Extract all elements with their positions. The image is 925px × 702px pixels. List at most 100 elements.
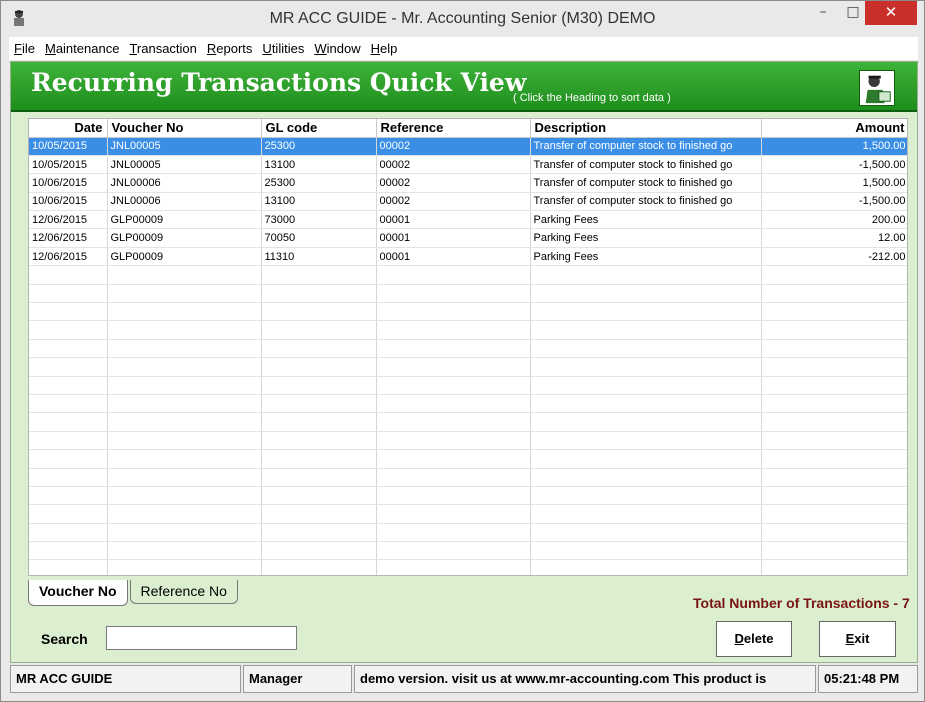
empty-cell — [761, 449, 907, 469]
empty-cell — [376, 449, 531, 469]
menu-help-accel: H — [370, 41, 380, 56]
empty-row — [29, 284, 907, 304]
menu-transaction-accel: T — [129, 41, 137, 56]
empty-cell — [761, 468, 907, 487]
empty-row — [29, 265, 907, 285]
menu-file-label: ile — [21, 41, 35, 56]
empty-cell — [761, 412, 907, 432]
title-bar[interactable]: MR ACC GUIDE - Mr. Accounting Senior (M3… — [1, 1, 924, 37]
empty-cell — [376, 376, 531, 395]
menu-reports[interactable]: Reports — [202, 41, 258, 56]
empty-row — [29, 376, 907, 395]
menu-maintenance-accel: M — [44, 41, 56, 56]
empty-cell — [29, 541, 108, 561]
menu-utilities-label: tilities — [271, 41, 305, 56]
empty-row — [29, 541, 907, 561]
transactions-grid[interactable]: Date Voucher No GL code Reference Descri… — [28, 118, 908, 576]
cell-description: Parking Fees — [530, 247, 762, 267]
menu-maintenance[interactable]: Maintenance — [40, 41, 124, 56]
column-header-reference[interactable]: Reference — [376, 119, 531, 138]
status-user: Manager — [243, 665, 352, 693]
cell-date: 10/05/2015 — [29, 137, 108, 156]
sort-tabs: Voucher No Reference No — [28, 580, 240, 606]
close-button[interactable]: ✕ — [865, 1, 917, 25]
empty-cell — [530, 541, 762, 561]
empty-cell — [29, 504, 108, 524]
empty-cell — [107, 339, 262, 359]
tab-reference-no[interactable]: Reference No — [129, 580, 238, 604]
cell-voucher-no: GLP00009 — [107, 228, 262, 248]
table-row[interactable]: 10/05/2015 JNL00005 13100 00002 Transfer of … — [29, 155, 907, 175]
menu-window-label: indow — [326, 41, 361, 56]
delete-button[interactable]: Delete — [716, 621, 792, 657]
cell-voucher-no: JNL00006 — [107, 173, 262, 193]
menu-help[interactable]: Help — [366, 41, 403, 56]
quick-view-panel: Recurring Transactions Quick View ( Clic… — [10, 61, 918, 663]
cell-reference: 00002 — [376, 155, 531, 175]
cell-amount: 1,500.00 — [761, 173, 907, 193]
exit-button[interactable]: Exit — [819, 621, 896, 657]
empty-cell — [761, 320, 907, 340]
minimize-button[interactable]: – — [808, 1, 838, 25]
maximize-button[interactable]: □ — [838, 1, 868, 25]
empty-cell — [29, 320, 108, 340]
menu-transaction[interactable]: Transaction — [124, 41, 201, 56]
table-row[interactable]: 10/05/2015 JNL00005 25300 00002 Transfer of … — [29, 137, 907, 156]
menu-utilities[interactable]: Utilities — [257, 41, 309, 56]
column-header-gl-code[interactable]: GL code — [261, 119, 377, 138]
cell-amount: 200.00 — [761, 210, 907, 230]
empty-cell — [530, 449, 762, 469]
cell-amount: 1,500.00 — [761, 137, 907, 156]
sort-hint: ( Click the Heading to sort data ) — [513, 92, 671, 104]
cell-description: Transfer of computer stock to finished g… — [530, 192, 762, 212]
empty-cell — [376, 541, 531, 561]
table-row[interactable]: 12/06/2015 GLP00009 11310 00001 Parking Fees… — [29, 247, 907, 267]
empty-cell — [530, 504, 762, 524]
empty-cell — [29, 302, 108, 322]
column-header-description[interactable]: Description — [530, 119, 762, 138]
empty-cell — [29, 412, 108, 432]
column-header-voucher-no[interactable]: Voucher No — [107, 119, 262, 138]
delete-accel: D — [734, 631, 744, 646]
menu-file[interactable]: File — [9, 41, 40, 56]
empty-cell — [261, 376, 377, 395]
empty-cell — [261, 302, 377, 322]
search-input[interactable] — [106, 626, 297, 650]
empty-cell — [29, 284, 108, 304]
menu-window[interactable]: Window — [309, 41, 365, 56]
empty-cell — [107, 523, 262, 543]
empty-cell — [530, 320, 762, 340]
cell-voucher-no: JNL00006 — [107, 192, 262, 212]
empty-cell — [29, 559, 108, 575]
empty-cell — [376, 284, 531, 304]
cell-amount: -1,500.00 — [761, 155, 907, 175]
table-body: 10/05/2015 JNL00005 25300 00002 Transfer of … — [29, 137, 907, 575]
empty-cell — [530, 394, 762, 414]
empty-cell — [29, 523, 108, 543]
table-row[interactable]: 10/06/2015 JNL00006 13100 00002 Transfer of … — [29, 192, 907, 212]
empty-cell — [29, 265, 108, 285]
menu-transaction-label: ransaction — [136, 41, 197, 56]
empty-cell — [261, 265, 377, 285]
cell-reference: 00001 — [376, 247, 531, 267]
page-title: Recurring Transactions Quick View — [31, 68, 527, 97]
empty-row — [29, 504, 907, 524]
empty-cell — [261, 541, 377, 561]
empty-cell — [376, 265, 531, 285]
table-row[interactable]: 12/06/2015 GLP00009 70050 00001 Parking Fees… — [29, 228, 907, 248]
status-time: 05:21:48 PM — [818, 665, 918, 693]
table-row[interactable]: 10/06/2015 JNL00006 25300 00002 Transfer of … — [29, 173, 907, 193]
empty-row — [29, 339, 907, 359]
cell-reference: 00002 — [376, 137, 531, 156]
cell-gl-code: 13100 — [261, 155, 377, 175]
empty-cell — [107, 541, 262, 561]
tab-voucher-no[interactable]: Voucher No — [28, 580, 128, 606]
column-header-amount[interactable]: Amount — [761, 119, 907, 138]
empty-cell — [261, 559, 377, 575]
empty-cell — [761, 265, 907, 285]
table-row[interactable]: 12/06/2015 GLP00009 73000 00001 Parking Fees… — [29, 210, 907, 230]
empty-cell — [530, 339, 762, 359]
cell-date: 12/06/2015 — [29, 228, 108, 248]
column-header-date[interactable]: Date — [29, 119, 108, 138]
empty-cell — [261, 339, 377, 359]
